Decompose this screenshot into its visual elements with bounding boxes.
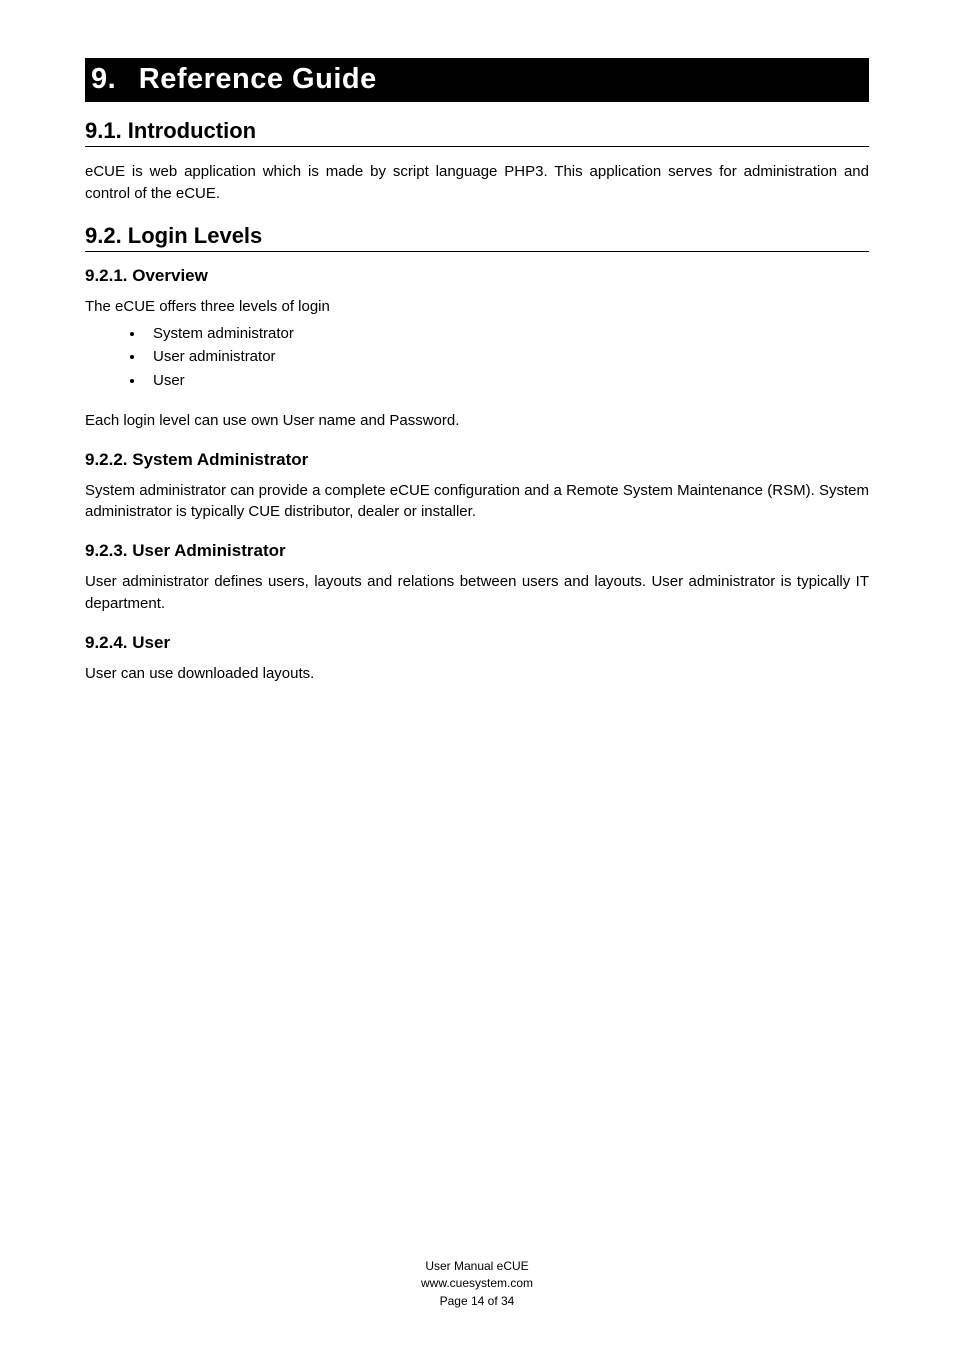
chapter-banner: 9. Reference Guide — [85, 58, 869, 102]
user-paragraph: User can use downloaded layouts. — [85, 663, 869, 685]
chapter-number: 9. — [91, 63, 116, 96]
sysadmin-paragraph: System administrator can provide a compl… — [85, 480, 869, 524]
list-item: User administrator — [145, 345, 869, 368]
overview-trailing: Each login level can use own User name a… — [85, 410, 869, 432]
footer-line-3: Page 14 of 34 — [0, 1293, 954, 1310]
section-heading-intro: 9.1. Introduction — [85, 118, 869, 147]
subsection-heading-sysadmin: 9.2.2. System Administrator — [85, 450, 869, 470]
section-heading-login-levels: 9.2. Login Levels — [85, 223, 869, 252]
subsection-heading-user: 9.2.4. User — [85, 633, 869, 653]
list-item: System administrator — [145, 322, 869, 345]
subsection-heading-overview: 9.2.1. Overview — [85, 266, 869, 286]
useradmin-paragraph: User administrator defines users, layout… — [85, 571, 869, 615]
footer-line-1: User Manual eCUE — [0, 1258, 954, 1275]
page-container: 9. Reference Guide 9.1. Introduction eCU… — [0, 0, 954, 1350]
intro-paragraph: eCUE is web application which is made by… — [85, 161, 869, 205]
list-item: User — [145, 369, 869, 392]
chapter-title: Reference Guide — [139, 63, 377, 96]
overview-list: System administrator User administrator … — [85, 322, 869, 392]
subsection-heading-useradmin: 9.2.3. User Administrator — [85, 541, 869, 561]
footer-line-2: www.cuesystem.com — [0, 1275, 954, 1292]
page-footer: User Manual eCUE www.cuesystem.com Page … — [0, 1258, 954, 1310]
overview-intro: The eCUE offers three levels of login — [85, 296, 869, 319]
